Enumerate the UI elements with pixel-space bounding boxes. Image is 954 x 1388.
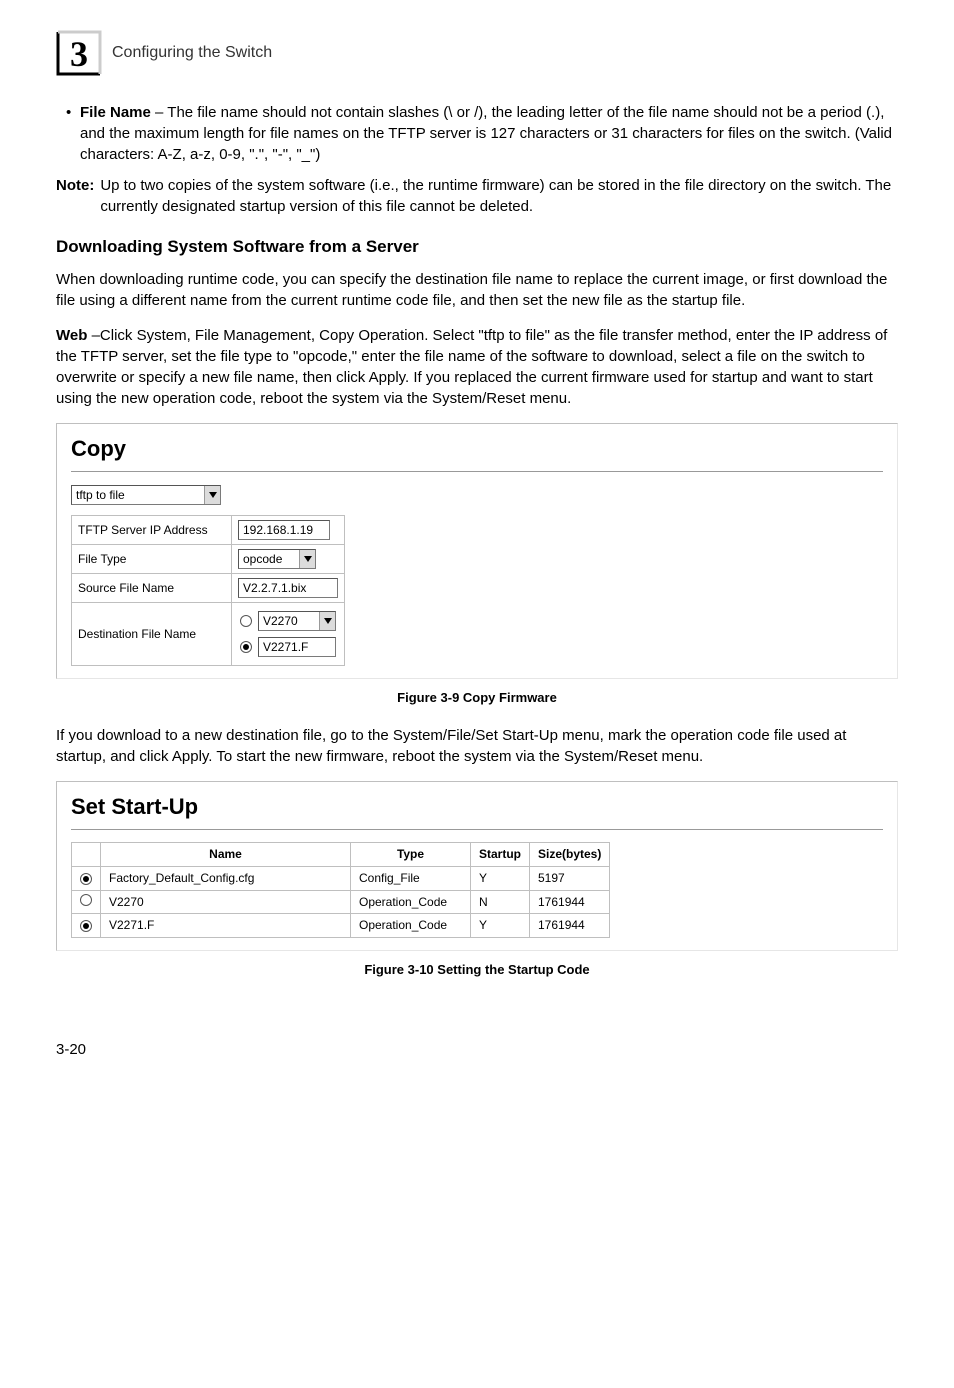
transfer-method-value: tftp to file: [76, 487, 125, 504]
startup-panel: Set Start-Up Name Type Startup Size(byte…: [56, 781, 898, 951]
table-row: V2271.F Operation_Code Y 1761944: [72, 914, 610, 938]
row-name: V2270: [101, 890, 351, 914]
table-row: File Type opcode: [72, 545, 345, 574]
row-type: Config_File: [351, 866, 471, 890]
copy-settings-table: TFTP Server IP Address 192.168.1.19 File…: [71, 515, 345, 666]
panel-divider: [71, 829, 883, 830]
row-name: Factory_Default_Config.cfg: [101, 866, 351, 890]
paragraph-2: Web –Click System, File Management, Copy…: [56, 325, 898, 409]
filetype-value: opcode: [243, 551, 282, 568]
row-startup: Y: [471, 914, 530, 938]
col-name: Name: [101, 842, 351, 866]
startup-panel-title: Set Start-Up: [71, 792, 883, 823]
row-radio[interactable]: [80, 920, 92, 932]
subheading: Downloading System Software from a Serve…: [56, 235, 898, 259]
table-row: TFTP Server IP Address 192.168.1.19: [72, 516, 345, 545]
dest-existing-select[interactable]: V2270: [258, 611, 336, 631]
source-file-value: V2.2.7.1.bix: [243, 580, 306, 597]
para2-rest: –Click System, File Management, Copy Ope…: [56, 327, 887, 407]
dest-radio-new[interactable]: [240, 641, 252, 653]
row-startup: N: [471, 890, 530, 914]
filetype-select[interactable]: opcode: [238, 549, 316, 569]
figure-caption-2: Figure 3-10 Setting the Startup Code: [56, 961, 898, 979]
row-startup: Y: [471, 866, 530, 890]
ip-label: TFTP Server IP Address: [72, 516, 232, 545]
ip-input[interactable]: 192.168.1.19: [238, 520, 330, 540]
chapter-icon: 3: [56, 30, 102, 76]
table-row: Factory_Default_Config.cfg Config_File Y…: [72, 866, 610, 890]
page-header: 3 Configuring the Switch: [56, 30, 898, 76]
dest-new-input[interactable]: V2271.F: [258, 637, 336, 657]
startup-table: Name Type Startup Size(bytes) Factory_De…: [71, 842, 610, 938]
chevron-down-icon: [299, 550, 315, 568]
page-number: 3-20: [56, 1039, 898, 1060]
bullet-text: – The file name should not contain slash…: [80, 104, 892, 163]
col-select: [72, 842, 101, 866]
table-header-row: Name Type Startup Size(bytes): [72, 842, 610, 866]
note-text: Up to two copies of the system software …: [100, 175, 898, 217]
source-label: Source File Name: [72, 574, 232, 603]
row-radio[interactable]: [80, 894, 92, 906]
row-type: Operation_Code: [351, 890, 471, 914]
web-prefix: Web: [56, 327, 87, 344]
table-row: Source File Name V2.2.7.1.bix: [72, 574, 345, 603]
chapter-number-glyph: 3: [70, 34, 88, 74]
col-size: Size(bytes): [530, 842, 610, 866]
dest-radio-existing[interactable]: [240, 615, 252, 627]
table-row: V2270 Operation_Code N 1761944: [72, 890, 610, 914]
row-radio[interactable]: [80, 873, 92, 885]
section-title: Configuring the Switch: [112, 42, 272, 64]
paragraph-1: When downloading runtime code, you can s…: [56, 269, 898, 311]
bullet-label: File Name: [80, 104, 151, 121]
col-startup: Startup: [471, 842, 530, 866]
note-label: Note:: [56, 175, 94, 217]
dest-existing-value: V2270: [263, 613, 298, 630]
panel-divider: [71, 471, 883, 472]
source-file-input[interactable]: V2.2.7.1.bix: [238, 578, 338, 598]
row-size: 5197: [530, 866, 610, 890]
row-size: 1761944: [530, 890, 610, 914]
copy-panel: Copy tftp to file TFTP Server IP Address…: [56, 423, 898, 679]
dest-new-value: V2271.F: [263, 639, 308, 656]
chevron-down-icon: [319, 612, 335, 630]
table-row: Destination File Name V2270: [72, 603, 345, 666]
ip-value: 192.168.1.19: [243, 522, 313, 539]
transfer-method-select[interactable]: tftp to file: [71, 485, 221, 505]
col-type: Type: [351, 842, 471, 866]
row-size: 1761944: [530, 914, 610, 938]
filetype-label: File Type: [72, 545, 232, 574]
note-block: Note: Up to two copies of the system sof…: [56, 175, 898, 217]
file-name-bullet: • File Name – The file name should not c…: [80, 102, 898, 165]
dest-label: Destination File Name: [72, 603, 232, 666]
row-name: V2271.F: [101, 914, 351, 938]
figure-caption-1: Figure 3-9 Copy Firmware: [56, 689, 898, 707]
chevron-down-icon: [204, 486, 220, 504]
bullet-dot: •: [66, 102, 80, 123]
row-type: Operation_Code: [351, 914, 471, 938]
paragraph-3: If you download to a new destination fil…: [56, 725, 898, 767]
copy-panel-title: Copy: [71, 434, 883, 465]
